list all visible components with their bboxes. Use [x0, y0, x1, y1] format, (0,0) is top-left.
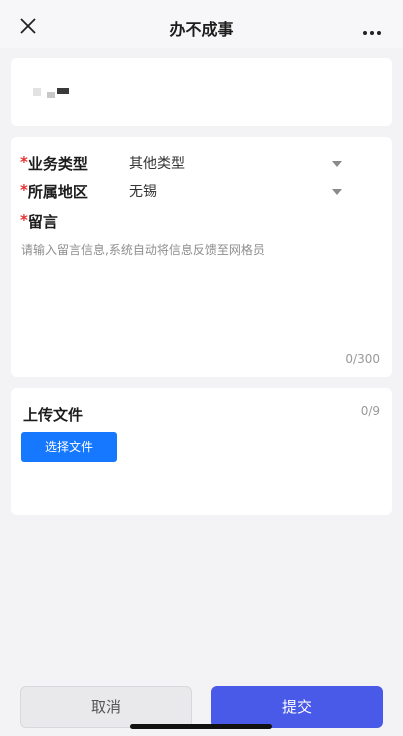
- required-mark: *: [20, 211, 28, 229]
- message-label-row: *留言: [20, 211, 378, 235]
- user-info-card: [11, 58, 392, 126]
- region-row[interactable]: *所属地区 无锡: [20, 181, 378, 205]
- blurred-text: [57, 88, 69, 94]
- upload-title: 上传文件: [23, 406, 84, 424]
- cancel-button[interactable]: 取消: [20, 686, 192, 728]
- message-label: 留言: [27, 213, 58, 231]
- region-label: 所属地区: [27, 183, 88, 201]
- header-bar: 办不成事: [0, 0, 403, 48]
- caret-down-icon[interactable]: [332, 161, 342, 167]
- upload-card: 上传文件 0/9 选择文件: [11, 388, 392, 515]
- home-indicator: [130, 724, 272, 729]
- required-mark: *: [20, 181, 28, 199]
- page-title: 办不成事: [169, 20, 234, 39]
- submit-button[interactable]: 提交: [211, 686, 383, 728]
- message-char-counter: 0/300: [345, 352, 380, 366]
- required-mark: *: [20, 153, 28, 171]
- page: 办不成事 *业务类型 其他类型 *所属地区 无锡 *留言 请输入留言信息,系统自…: [0, 0, 403, 736]
- upload-count: 0/9: [360, 404, 380, 418]
- choose-file-button[interactable]: 选择文件: [21, 432, 117, 462]
- business-type-value[interactable]: 其他类型: [129, 153, 185, 173]
- form-card: *业务类型 其他类型 *所属地区 无锡 *留言 请输入留言信息,系统自动将信息反…: [11, 137, 392, 377]
- blurred-avatar: [33, 88, 41, 96]
- more-dots-icon[interactable]: [363, 20, 387, 35]
- business-type-row[interactable]: *业务类型 其他类型: [20, 153, 378, 177]
- blurred-text: [47, 92, 55, 98]
- caret-down-icon[interactable]: [332, 189, 342, 195]
- message-textarea[interactable]: 请输入留言信息,系统自动将信息反馈至网格员: [21, 241, 381, 341]
- business-type-label: 业务类型: [27, 155, 88, 173]
- region-value[interactable]: 无锡: [129, 181, 157, 201]
